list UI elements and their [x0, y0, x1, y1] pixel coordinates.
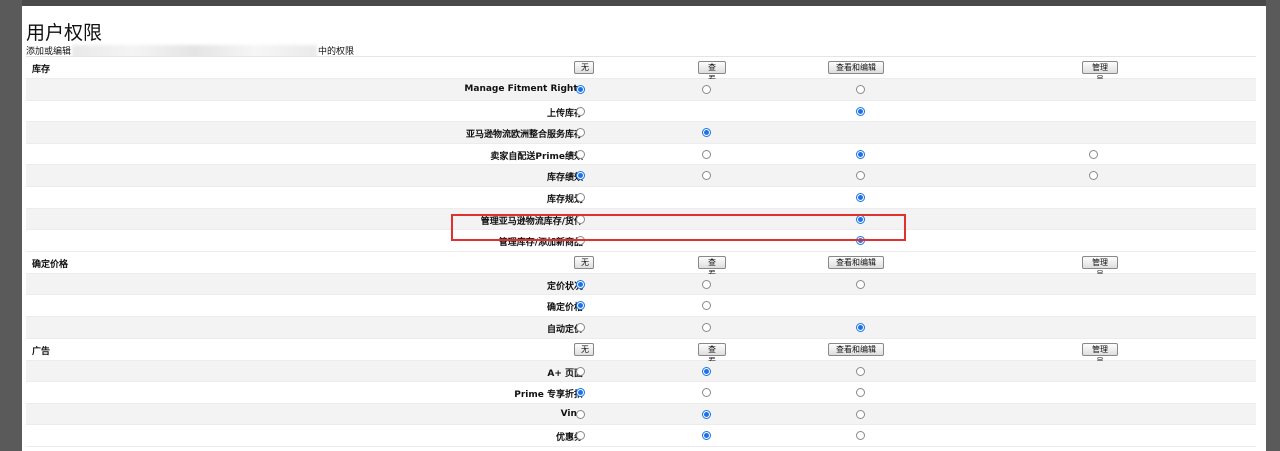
permission-label: Prime 专享折扣 [514, 390, 583, 401]
permissions-table: 库存无查看查看和编辑管理员Manage Fitment Rights上传库存亚马… [26, 56, 1256, 447]
set-all-view-button[interactable]: 查看 [698, 255, 726, 279]
set-all-none-button[interactable]: 无 [574, 342, 594, 356]
radio-view-edit[interactable] [855, 431, 865, 441]
section-name: 广告 [32, 346, 51, 357]
radio-view-edit[interactable] [855, 366, 865, 376]
radio-view-edit[interactable] [855, 322, 865, 332]
set-all-view-edit-button[interactable]: 查看和编辑 [828, 342, 884, 356]
permission-row: 管理库存/添加新商品 [26, 230, 1256, 252]
permission-row: 亚马逊物流欧洲整合服务库存 [26, 122, 1256, 144]
radio-view-edit[interactable] [855, 214, 865, 224]
radio-view[interactable] [701, 388, 711, 398]
set-all-admin-button[interactable]: 管理员 [1082, 342, 1118, 366]
radio-view-edit[interactable] [855, 388, 865, 398]
radio-none[interactable] [575, 214, 585, 224]
radio-none[interactable] [575, 388, 585, 398]
radio-none[interactable] [575, 128, 585, 138]
radio-view-edit[interactable] [855, 236, 865, 246]
section-name: 库存 [32, 65, 51, 75]
radio-view-edit[interactable] [855, 279, 865, 289]
set-all-admin-button[interactable]: 管理员 [1082, 255, 1118, 279]
permission-row: A+ 页面 [26, 360, 1256, 383]
radio-none[interactable] [575, 279, 585, 289]
permission-row: Prime 专享折扣 [26, 382, 1256, 404]
page-title: 用户权限 [26, 22, 103, 44]
permission-label: 亚马逊物流欧洲整合服务库存 [465, 130, 583, 141]
radio-none[interactable] [575, 366, 585, 376]
user-permissions-dialog: 用户权限 添加或编辑中的权限 库存无查看查看和编辑管理员Manage Fitme… [22, 6, 1266, 451]
permission-row: Manage Fitment Rights [26, 79, 1256, 101]
set-all-none-button[interactable]: 无 [574, 61, 594, 74]
permission-row: 库存绩效 [26, 165, 1256, 187]
permission-label: 管理库存/添加新商品 [498, 238, 583, 249]
radio-view[interactable] [701, 301, 711, 311]
radio-none[interactable] [575, 431, 585, 441]
radio-none[interactable] [575, 301, 585, 311]
permission-label: 卖家自配送Prime绩效 [490, 151, 583, 162]
permission-row: 自动定价 [26, 316, 1256, 339]
radio-view[interactable] [701, 409, 711, 419]
section-header: 广告 无 查看 查看和编辑 管理员 [26, 338, 1256, 366]
permission-row: 库存规划 [26, 187, 1256, 209]
radio-view[interactable] [701, 366, 711, 376]
set-all-admin-button[interactable]: 管理员 [1082, 61, 1118, 84]
radio-view[interactable] [701, 279, 711, 289]
radio-view-edit[interactable] [855, 192, 865, 202]
radio-view[interactable] [701, 322, 711, 332]
permission-row: 优惠券 [26, 425, 1256, 447]
radio-view-edit[interactable] [855, 85, 865, 94]
radio-view[interactable] [701, 431, 711, 441]
radio-none[interactable] [575, 236, 585, 246]
radio-none[interactable] [575, 192, 585, 202]
section-header: 确定价格 无 查看 查看和编辑 管理员 [26, 251, 1256, 279]
section-name: 确定价格 [32, 259, 69, 270]
radio-view[interactable] [701, 149, 711, 159]
radio-none[interactable] [575, 322, 585, 332]
radio-none[interactable] [575, 409, 585, 419]
radio-view-edit[interactable] [855, 171, 865, 181]
set-all-view-edit-button[interactable]: 查看和编辑 [828, 255, 884, 269]
set-all-view-edit-button[interactable]: 查看和编辑 [828, 61, 884, 74]
radio-view-edit[interactable] [855, 409, 865, 419]
set-all-none-button[interactable]: 无 [574, 255, 594, 269]
page-backdrop-right [1266, 0, 1280, 451]
radio-admin[interactable] [1088, 149, 1098, 159]
permission-row: Vine [26, 403, 1256, 426]
radio-view-edit[interactable] [855, 149, 865, 159]
permission-row: 卖家自配送Prime绩效 [26, 144, 1256, 166]
radio-none[interactable] [575, 106, 585, 116]
radio-none[interactable] [575, 149, 585, 159]
permission-label: Manage Fitment Rights [464, 84, 583, 94]
radio-view[interactable] [701, 171, 711, 181]
radio-view-edit[interactable] [855, 106, 865, 116]
permission-row: 上传库存 [26, 101, 1256, 123]
page-backdrop-left [0, 0, 22, 451]
radio-admin[interactable] [1088, 171, 1098, 181]
permission-row: 确定价格 [26, 295, 1256, 317]
radio-none[interactable] [575, 171, 585, 181]
radio-none[interactable] [575, 85, 585, 94]
set-all-view-button[interactable]: 查看 [698, 61, 726, 84]
permission-row: 定价状况 [26, 273, 1256, 296]
section-header: 库存 无 查看 查看和编辑 管理员 [26, 57, 1256, 84]
radio-view[interactable] [701, 128, 711, 138]
radio-view[interactable] [701, 85, 711, 94]
permission-label: 管理亚马逊物流库存/货件 [480, 216, 583, 227]
permission-row: 管理亚马逊物流库存/货件 [26, 208, 1256, 231]
set-all-view-button[interactable]: 查看 [698, 342, 726, 366]
